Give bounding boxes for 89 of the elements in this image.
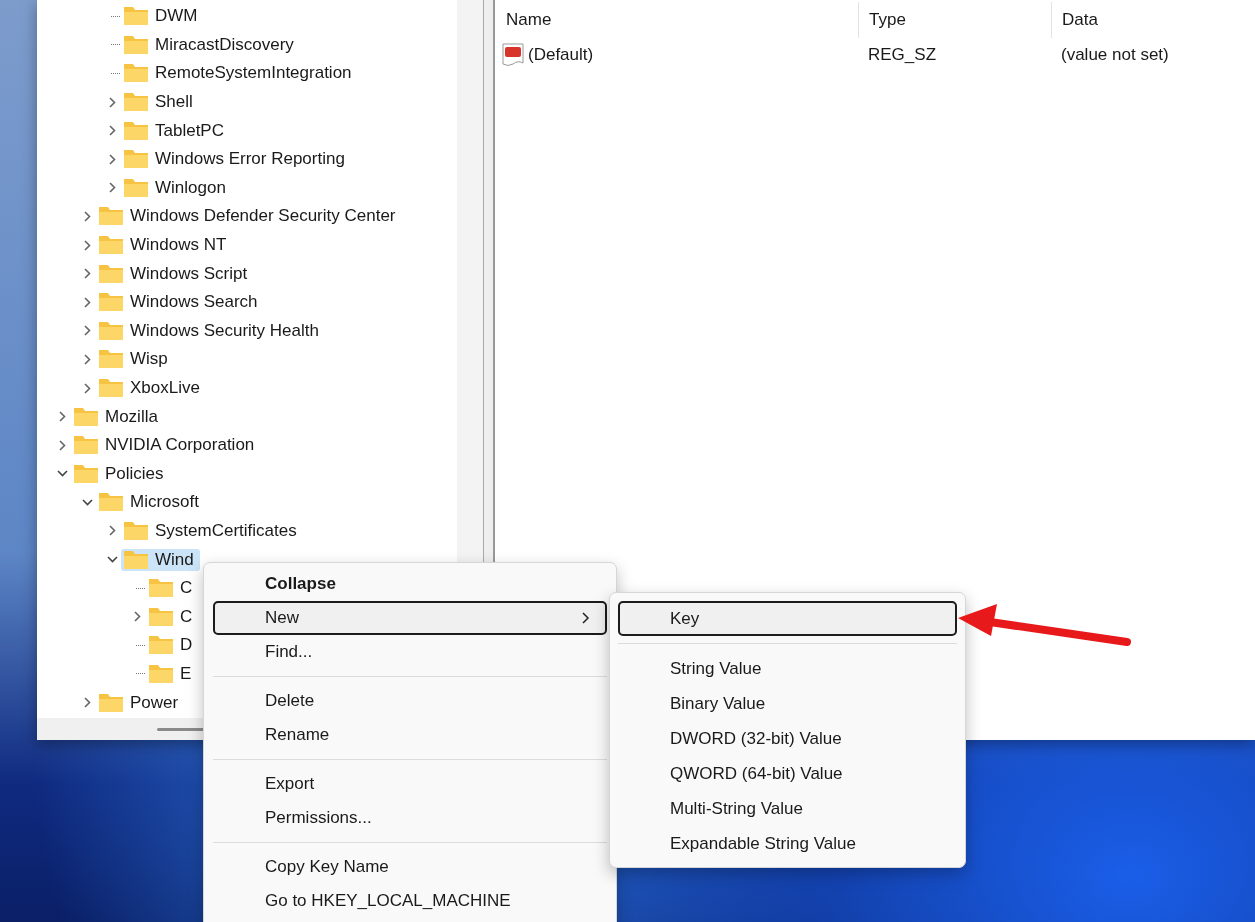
menu-item[interactable]: Binary Value [618, 686, 957, 721]
menu-item[interactable]: Rename [213, 718, 607, 752]
tree-item[interactable]: Power [96, 691, 185, 714]
menu-item[interactable]: Permissions... [213, 801, 607, 835]
chevron-right-icon[interactable] [106, 124, 119, 138]
folder-icon [148, 635, 174, 656]
tree-item[interactable]: Windows Defender Security Center [96, 205, 402, 228]
folder-icon [98, 378, 124, 398]
folder-icon [123, 120, 149, 141]
column-header[interactable]: Type [858, 2, 1051, 38]
folder-icon [98, 320, 124, 341]
tree-item[interactable]: XboxLive [96, 377, 206, 399]
folder-icon [98, 349, 124, 370]
folder-icon [123, 63, 149, 84]
folder-icon [98, 692, 124, 713]
folder-icon [123, 177, 149, 198]
column-header[interactable]: Data [1051, 2, 1098, 38]
tree-item[interactable]: Windows NT [96, 234, 233, 257]
tree-item[interactable]: C [146, 577, 199, 600]
folder-icon [148, 606, 174, 627]
tree-item[interactable]: C [146, 605, 199, 628]
menu-item[interactable]: Expandable String Value [618, 826, 957, 861]
tree-item[interactable]: D [146, 634, 199, 657]
folder-icon [73, 463, 99, 484]
folder-icon [123, 6, 149, 27]
tree-item[interactable]: RemoteSystemIntegration [121, 62, 358, 85]
folder-icon [123, 92, 149, 113]
menu-item[interactable]: Delete [213, 684, 607, 718]
chevron-right-icon[interactable] [106, 95, 119, 109]
value-type: REG_SZ [867, 45, 938, 65]
folder-icon [98, 492, 124, 513]
folder-icon [98, 263, 124, 284]
chevron-right-icon[interactable] [106, 152, 119, 166]
value-data: (value not set) [1060, 45, 1169, 65]
menu-item[interactable]: New [213, 601, 607, 635]
folder-icon [148, 578, 174, 599]
tree-item[interactable]: Windows Script [96, 262, 254, 285]
tree-item[interactable]: Windows Security Health [96, 319, 325, 342]
chevron-right-icon[interactable] [81, 352, 94, 366]
tree-item[interactable]: Mozilla [71, 405, 164, 428]
folder-icon [73, 406, 99, 427]
tree-item[interactable]: NVIDIA Corporation [71, 434, 261, 457]
chevron-right-icon[interactable] [106, 181, 119, 195]
tree-item[interactable]: Windows Error Reporting [121, 148, 351, 171]
menu-item[interactable]: Copy Key Name [213, 850, 607, 884]
chevron-right-icon[interactable] [81, 324, 94, 338]
tree-item[interactable]: Microsoft [96, 491, 205, 514]
menu-item[interactable]: Multi-String Value [618, 791, 957, 826]
tree-item[interactable]: Wisp [96, 348, 174, 371]
chevron-right-icon[interactable] [131, 610, 144, 624]
chevron-right-icon[interactable] [56, 438, 69, 452]
tree-item[interactable]: Wind [121, 548, 200, 571]
folder-icon [123, 521, 149, 541]
folder-icon [148, 663, 174, 684]
tree-item[interactable]: Policies [71, 462, 170, 485]
menu-item[interactable]: Key [618, 601, 957, 636]
tree-item[interactable]: Winlogon [121, 176, 232, 199]
tree-item[interactable]: MiracastDiscovery [121, 33, 300, 56]
chevron-right-icon[interactable] [81, 295, 94, 309]
menu-item[interactable]: Go to HKEY_LOCAL_MACHINE [213, 884, 607, 918]
chevron-right-icon[interactable] [81, 696, 94, 710]
menu-item[interactable]: Collapse [213, 567, 607, 601]
menu-item[interactable]: Export [213, 767, 607, 801]
menu-item[interactable]: Find... [213, 635, 607, 669]
string-value-icon [502, 43, 524, 67]
chevron-right-icon[interactable] [81, 238, 94, 252]
tree-item[interactable]: DWM [121, 5, 204, 28]
folder-icon [98, 292, 124, 313]
menu-item[interactable]: QWORD (64-bit) Value [618, 756, 957, 791]
menu-item[interactable]: DWORD (32-bit) Value [618, 721, 957, 756]
tree-item[interactable]: Shell [121, 91, 199, 114]
tree-item[interactable]: SystemCertificates [121, 520, 303, 542]
folder-icon [98, 235, 124, 256]
folder-icon [98, 206, 124, 227]
chevron-right-icon[interactable] [81, 267, 94, 281]
column-header[interactable]: Name [495, 2, 858, 38]
tree-item[interactable]: TabletPC [121, 119, 230, 142]
chevron-right-icon[interactable] [81, 209, 94, 223]
value-name: (Default) [528, 45, 594, 65]
menu-item[interactable]: String Value [618, 651, 957, 686]
folder-icon [123, 549, 149, 570]
chevron-right-icon[interactable] [56, 410, 69, 424]
chevron-right-icon[interactable] [106, 524, 119, 538]
folder-icon [73, 435, 99, 456]
folder-icon [123, 34, 149, 55]
tree-item[interactable]: E [146, 662, 198, 685]
folder-icon [123, 149, 149, 170]
chevron-right-icon[interactable] [81, 381, 94, 395]
tree-item[interactable]: Windows Search [96, 291, 264, 314]
